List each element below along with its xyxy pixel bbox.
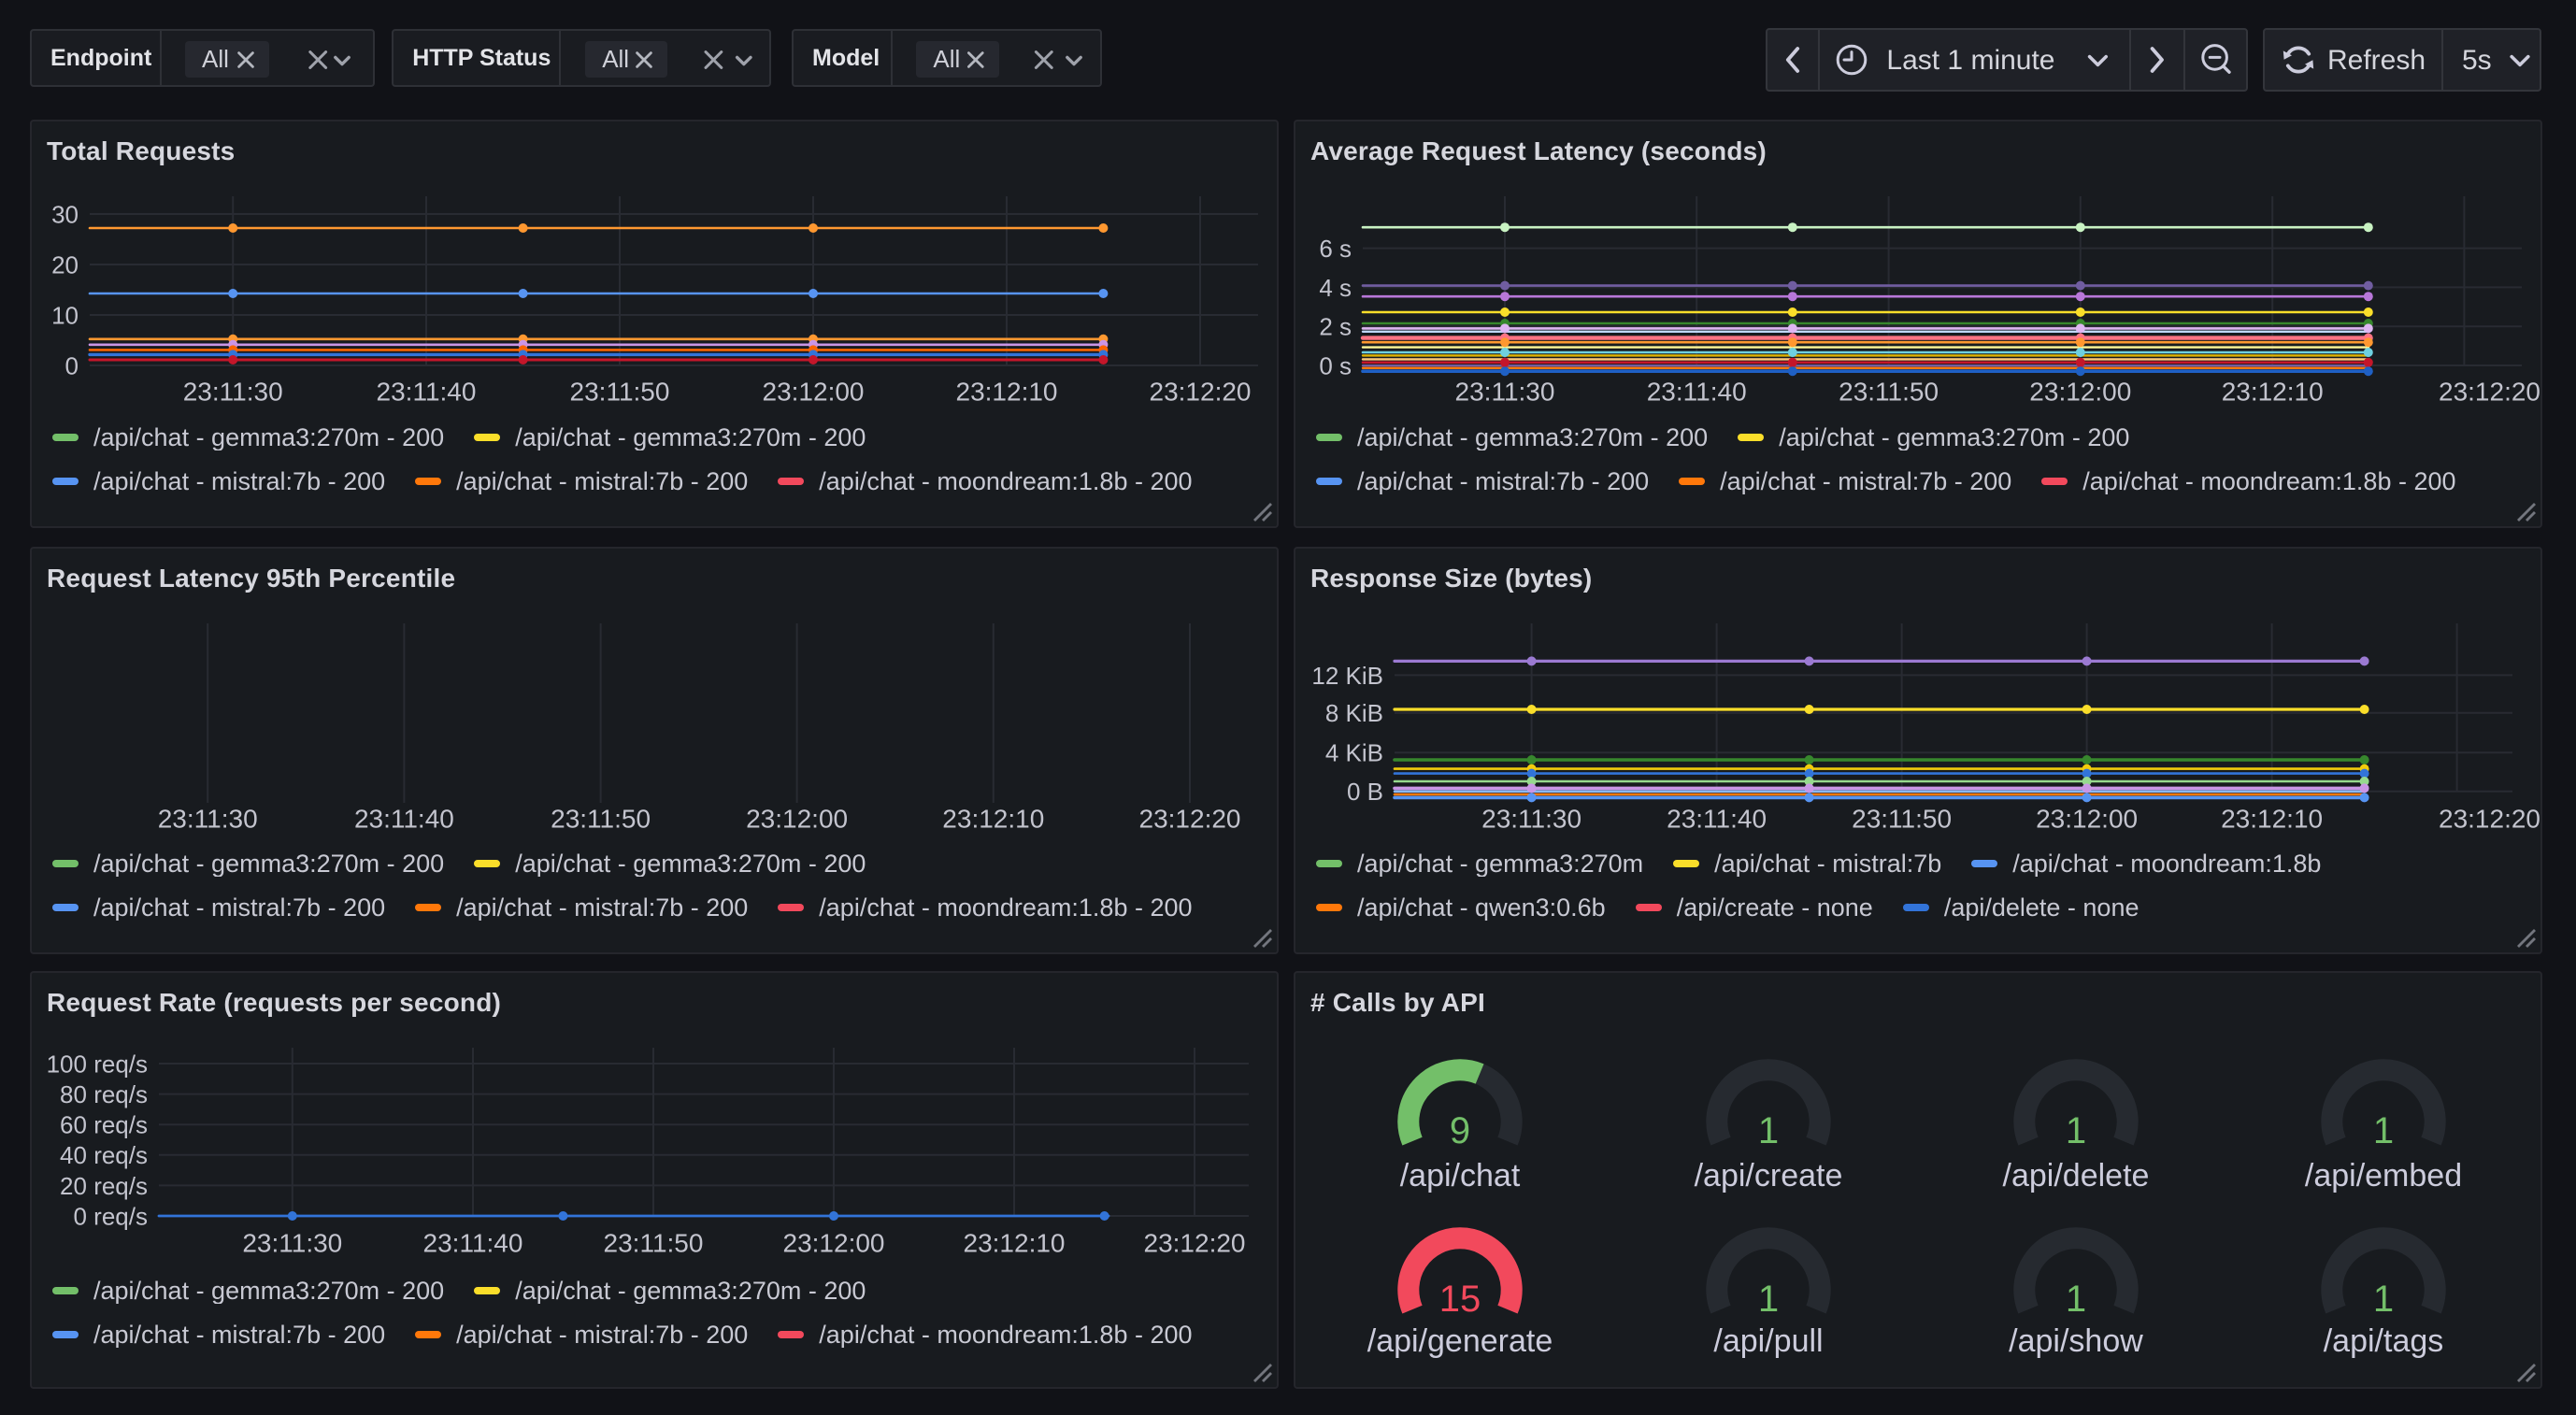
svg-text:23:12:00: 23:12:00: [2036, 804, 2138, 833]
svg-text:9: 9: [1450, 1110, 1470, 1151]
svg-text:6 s: 6 s: [1319, 235, 1352, 263]
svg-text:23:12:20: 23:12:20: [1139, 804, 1241, 833]
svg-text:/api/pull: /api/pull: [1713, 1323, 1823, 1359]
svg-text:23:11:40: 23:11:40: [423, 1228, 523, 1257]
svg-text:0: 0: [65, 351, 79, 379]
svg-text:23:12:00: 23:12:00: [746, 804, 848, 833]
svg-text:20: 20: [51, 250, 79, 279]
svg-text:0 B: 0 B: [1347, 778, 1383, 806]
svg-text:40 req/s: 40 req/s: [60, 1141, 148, 1169]
svg-text:1: 1: [1758, 1110, 1779, 1151]
svg-text:23:11:40: 23:11:40: [354, 804, 454, 833]
svg-text:1: 1: [2066, 1279, 2086, 1320]
svg-text:30: 30: [51, 200, 79, 228]
svg-text:23:11:50: 23:11:50: [1852, 804, 1952, 833]
svg-text:/api/chat: /api/chat: [1400, 1158, 1521, 1193]
svg-text:8 KiB: 8 KiB: [1325, 699, 1383, 727]
svg-text:23:11:50: 23:11:50: [604, 1228, 704, 1257]
svg-text:/api/delete: /api/delete: [2003, 1158, 2150, 1193]
svg-text:20 req/s: 20 req/s: [60, 1172, 148, 1200]
svg-text:/api/generate: /api/generate: [1367, 1323, 1553, 1359]
svg-text:60 req/s: 60 req/s: [60, 1111, 148, 1139]
svg-text:23:11:30: 23:11:30: [183, 377, 283, 406]
svg-text:5s: 5s: [2462, 45, 2492, 76]
svg-text:10: 10: [51, 301, 79, 329]
svg-text:23:12:00: 23:12:00: [763, 377, 865, 406]
svg-text:Last 1 minute: Last 1 minute: [1886, 45, 2054, 76]
svg-text:/api/create: /api/create: [1695, 1158, 1843, 1193]
svg-text:23:12:00: 23:12:00: [2029, 377, 2131, 406]
svg-text:23:12:20: 23:12:20: [2439, 377, 2540, 406]
svg-text:0 s: 0 s: [1319, 351, 1352, 379]
svg-text:23:12:10: 23:12:10: [956, 377, 1058, 406]
svg-text:1: 1: [2373, 1110, 2394, 1151]
svg-text:23:11:40: 23:11:40: [1667, 804, 1767, 833]
svg-text:23:12:20: 23:12:20: [1144, 1228, 1246, 1257]
svg-text:4 s: 4 s: [1319, 274, 1352, 302]
svg-text:Refresh: Refresh: [2327, 45, 2426, 76]
svg-text:100 req/s: 100 req/s: [47, 1050, 148, 1078]
svg-text:23:12:00: 23:12:00: [783, 1228, 885, 1257]
svg-text:23:11:50: 23:11:50: [1839, 377, 1939, 406]
svg-text:15: 15: [1439, 1279, 1481, 1320]
svg-text:1: 1: [2066, 1110, 2086, 1151]
svg-text:23:11:40: 23:11:40: [1647, 377, 1747, 406]
svg-text:23:11:50: 23:11:50: [551, 804, 651, 833]
svg-text:1: 1: [1758, 1279, 1779, 1320]
svg-text:23:11:30: 23:11:30: [158, 804, 258, 833]
svg-text:23:11:30: 23:11:30: [1481, 804, 1581, 833]
svg-text:23:12:20: 23:12:20: [2439, 804, 2540, 833]
svg-text:/api/tags: /api/tags: [2324, 1323, 2444, 1359]
svg-text:23:12:10: 23:12:10: [964, 1228, 1066, 1257]
svg-text:23:12:10: 23:12:10: [2222, 377, 2324, 406]
svg-text:12 KiB: 12 KiB: [1311, 662, 1383, 690]
svg-text:1: 1: [2373, 1279, 2394, 1320]
svg-text:23:12:10: 23:12:10: [2221, 804, 2323, 833]
svg-text:23:11:30: 23:11:30: [1455, 377, 1555, 406]
svg-text:23:12:20: 23:12:20: [1150, 377, 1252, 406]
svg-text:23:11:30: 23:11:30: [242, 1228, 342, 1257]
svg-text:23:11:40: 23:11:40: [377, 377, 477, 406]
svg-text:4 KiB: 4 KiB: [1325, 739, 1383, 767]
svg-text:2 s: 2 s: [1319, 313, 1352, 341]
svg-text:23:12:10: 23:12:10: [942, 804, 1044, 833]
svg-text:80 req/s: 80 req/s: [60, 1080, 148, 1108]
svg-text:0 req/s: 0 req/s: [74, 1202, 149, 1230]
svg-text:/api/show: /api/show: [2009, 1323, 2143, 1359]
svg-text:23:11:50: 23:11:50: [570, 377, 670, 406]
svg-text:/api/embed: /api/embed: [2305, 1158, 2462, 1193]
